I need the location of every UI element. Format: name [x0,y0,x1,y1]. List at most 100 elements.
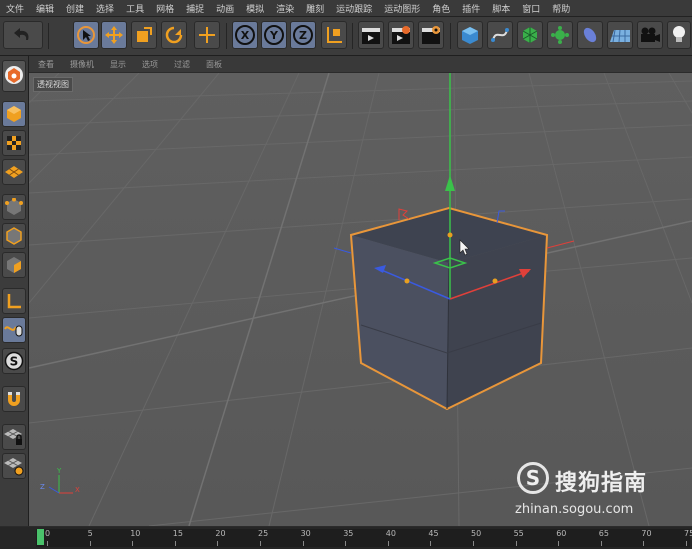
rotate-tool-button[interactable] [161,21,187,49]
timeline-tick-mark [686,541,687,546]
timeline-tick-mark [387,541,389,546]
timeline-tick-mark [643,541,645,546]
timeline-tick-mark [89,541,91,546]
timeline-tick-mark [345,541,347,546]
menu-script[interactable]: 脚本 [486,2,516,15]
menu-plugins[interactable]: 插件 [456,2,486,15]
coordinate-system-icon [327,27,342,43]
spline-pen-button[interactable] [487,21,513,49]
clapper-icon [362,28,380,44]
timeline-tick-label: 20 [215,529,226,538]
render-view-button[interactable] [358,21,384,49]
floor-grid-icon [610,29,630,43]
workplane-align-button[interactable] [2,453,26,479]
snapping-button[interactable] [2,386,26,412]
tweak-mode-button[interactable] [2,317,26,343]
timeline-tick-mark [132,541,134,546]
light-object-button[interactable] [667,21,691,49]
make-editable-button[interactable] [2,60,26,92]
left-toolbar: S [0,56,29,526]
deformer-button[interactable] [577,21,603,49]
timeline-tick-mark [558,541,560,546]
x-axis-lock-button[interactable]: X [232,21,258,49]
menu-character[interactable]: 角色 [426,2,456,15]
workplane-lock-button[interactable] [2,424,26,450]
timeline-tick-label: 60 [556,529,567,538]
menu-snap[interactable]: 捕捉 [180,2,210,15]
timeline-tick-mark [430,541,432,546]
timeline-tick-label: 45 [428,529,439,538]
viewport-menu: 查看 摄像机 显示 选项 过滤 面板 [29,56,692,72]
menu-edit[interactable]: 编辑 [30,2,60,15]
live-selection-button[interactable] [73,21,99,49]
timeline-tick-label: 30 [300,529,311,538]
viewport-menu-view[interactable]: 查看 [29,59,61,70]
timeline-ruler[interactable]: 0 5 10 15 20 25 30 35 40 45 50 55 60 65 70 75 [36,529,692,547]
points-cube-icon [5,198,23,215]
viewport-menu-cameras[interactable]: 摄像机 [61,59,101,70]
undo-icon [14,28,29,40]
timeline-tick-label: 50 [471,529,482,538]
svg-text:S: S [10,355,19,369]
menu-sculpt[interactable]: 雕刻 [300,2,330,15]
menu-simulate[interactable]: 模拟 [240,2,270,15]
menu-create[interactable]: 创建 [60,2,90,15]
menu-bar: 文件 编辑 创建 选择 工具 网格 捕捉 动画 模拟 渲染 雕刻 运动跟踪 运动… [0,0,692,17]
menu-window[interactable]: 窗口 [516,2,546,15]
cube-icon [462,27,478,44]
clapper-settings-icon [422,26,440,44]
axis-mode-button[interactable] [2,288,26,314]
menu-select[interactable]: 选择 [90,2,120,15]
floor-object-button[interactable] [607,21,633,49]
menu-render[interactable]: 渲染 [270,2,300,15]
coordinate-system-button[interactable] [321,21,347,49]
viewport-menu-filter[interactable]: 过滤 [165,59,197,70]
polygons-mode-button[interactable] [2,252,26,278]
clapper-render-icon [392,26,410,44]
render-picture-viewer-button[interactable] [388,21,414,49]
axis-mode-icon [7,294,21,309]
camera-object-button[interactable] [637,21,663,49]
menu-mesh[interactable]: 网格 [150,2,180,15]
edges-mode-button[interactable] [2,223,26,249]
select-arrow-icon [77,26,95,44]
viewport-title[interactable]: 透视视图 [33,77,73,92]
timeline-playhead[interactable] [37,529,44,545]
menu-motion-tracker[interactable]: 运动跟踪 [330,2,378,15]
spline-icon [491,28,509,42]
transform-tool-button[interactable] [194,21,220,49]
scale-icon [137,27,152,42]
solo-s-icon: S [4,351,24,371]
menu-tools[interactable]: 工具 [120,2,150,15]
timeline-tick-mark [217,541,219,546]
timeline-tick-label: 65 [598,529,609,538]
texture-mode-button[interactable] [2,130,26,156]
scale-tool-button[interactable] [131,21,157,49]
viewport-menu-options[interactable]: 选项 [133,59,165,70]
make-editable-icon [5,66,23,84]
menu-help[interactable]: 帮助 [546,2,576,15]
plus-cross-icon [199,27,215,43]
z-axis-lock-button[interactable]: Z [290,21,316,49]
render-settings-button[interactable] [418,21,444,49]
y-axis-lock-button[interactable]: Y [261,21,287,49]
timeline-tick-mark [473,541,474,546]
menu-animate[interactable]: 动画 [210,2,240,15]
sogou-watermark: S 搜狗指南 zhinan.sogou.com [515,460,685,520]
move-arrows-icon [105,26,123,44]
subdivision-surface-button[interactable] [517,21,543,49]
workplane-mode-button[interactable] [2,159,26,185]
menu-file[interactable]: 文件 [0,2,30,15]
solo-mode-button[interactable]: S [2,348,26,374]
cube-object-button[interactable] [457,21,483,49]
move-tool-button[interactable] [101,21,127,49]
viewport-menu-panel[interactable]: 面板 [197,59,229,70]
cloner-button[interactable] [547,21,573,49]
perspective-viewport[interactable]: 透视视图 Y Z X [29,73,692,526]
viewport-menu-display[interactable]: 显示 [101,59,133,70]
model-mode-button[interactable] [2,101,26,127]
edges-cube-icon [6,227,22,245]
menu-mograph[interactable]: 运动图形 [378,2,426,15]
undo-button[interactable] [3,21,43,49]
points-mode-button[interactable] [2,194,26,220]
